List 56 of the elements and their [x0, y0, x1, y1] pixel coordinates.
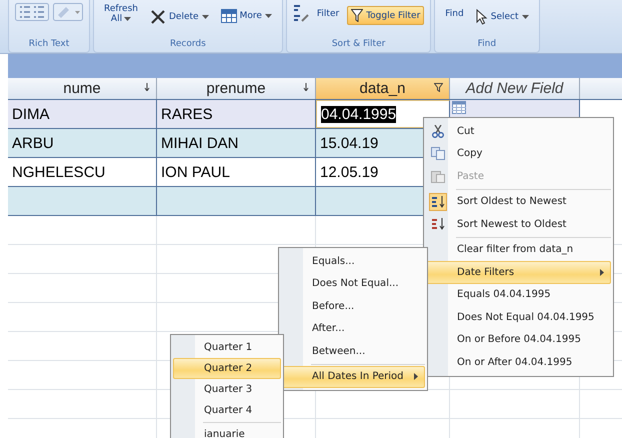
menu-item[interactable]: Does Not Equal...	[281, 272, 425, 295]
ribbon-button[interactable]: Toggle Filter	[347, 6, 424, 25]
menu-item[interactable]: Quarter 1	[173, 337, 281, 358]
list-icon	[15, 3, 49, 21]
sort-arrow-icon	[144, 83, 150, 91]
table-cell: 15.04.19	[320, 134, 378, 152]
column-header[interactable]: data_n	[316, 78, 450, 99]
menu-item[interactable]: Between...	[281, 340, 425, 362]
menu-item[interactable]: Equals 04.04.1995	[426, 284, 611, 306]
delete-icon	[150, 9, 166, 25]
ribbon-button[interactable]: Select	[472, 6, 532, 28]
ribbon-button[interactable]: Delete	[146, 6, 213, 28]
menu-item[interactable]: Sort Newest to Oldest	[426, 213, 611, 236]
filter-icon	[434, 83, 443, 92]
menu-item[interactable]: Before...	[281, 295, 425, 318]
menu-item[interactable]: Sort Oldest to Newest	[426, 190, 611, 213]
ribbon-button[interactable]: Filter	[312, 6, 344, 22]
clipboard-icon	[431, 170, 445, 183]
table-cell: 04.04.1995	[321, 106, 396, 122]
table-icon	[220, 9, 237, 23]
copy-icon	[431, 147, 445, 160]
menu-item[interactable]: Does Not Equal 04.04.1995	[426, 306, 611, 328]
ribbon-button[interactable]: Find	[441, 6, 468, 22]
menu-item[interactable]: Equals...	[281, 250, 425, 272]
menu-item[interactable]: All Dates In Period	[281, 366, 425, 388]
ribbon-button[interactable]: Refresh All	[100, 2, 142, 26]
group-label: Rich Text	[28, 38, 70, 51]
table-cell: 12.05.19	[320, 164, 378, 180]
menu-item[interactable]: Date Filters	[426, 261, 611, 284]
table-cell: NGHELESCU	[12, 164, 106, 180]
menu-item[interactable]: Quarter 4	[173, 400, 281, 421]
table-cell: DIMA	[12, 106, 50, 122]
menu-item[interactable]: Quarter 3	[173, 379, 281, 400]
group-label: Records	[169, 38, 207, 51]
group-label: Sort & Filter	[330, 38, 386, 51]
ribbon-button[interactable]: More	[216, 6, 276, 26]
menu-item[interactable]: After...	[281, 318, 425, 340]
menu-item[interactable]: ianuarie	[173, 424, 281, 438]
table-cell: MIHAI DAN	[161, 134, 239, 152]
scissors-icon	[432, 124, 444, 138]
highlight-icon	[53, 3, 83, 21]
menu-item[interactable]: Quarter 2	[173, 358, 281, 379]
sort-arrow-icon	[303, 83, 309, 91]
cursor-icon	[476, 9, 488, 25]
table-cell: ARBU	[12, 134, 54, 152]
sort-ascending-icon	[429, 192, 447, 211]
funnel-icon	[351, 9, 364, 22]
menu-item[interactable]: On or After 04.04.1995	[426, 351, 611, 374]
column-header[interactable]: Add New Field	[450, 78, 580, 99]
menu-item[interactable]: Clear filter from data_n	[426, 238, 611, 261]
calendar-icon	[452, 101, 466, 114]
group-label: Find	[476, 38, 498, 51]
table-cell: RARES	[161, 106, 213, 122]
menu-item[interactable]: On or Before 04.04.1995	[426, 328, 611, 351]
column-header[interactable]: nume	[8, 78, 157, 99]
table-cell: ION PAUL	[161, 164, 230, 180]
